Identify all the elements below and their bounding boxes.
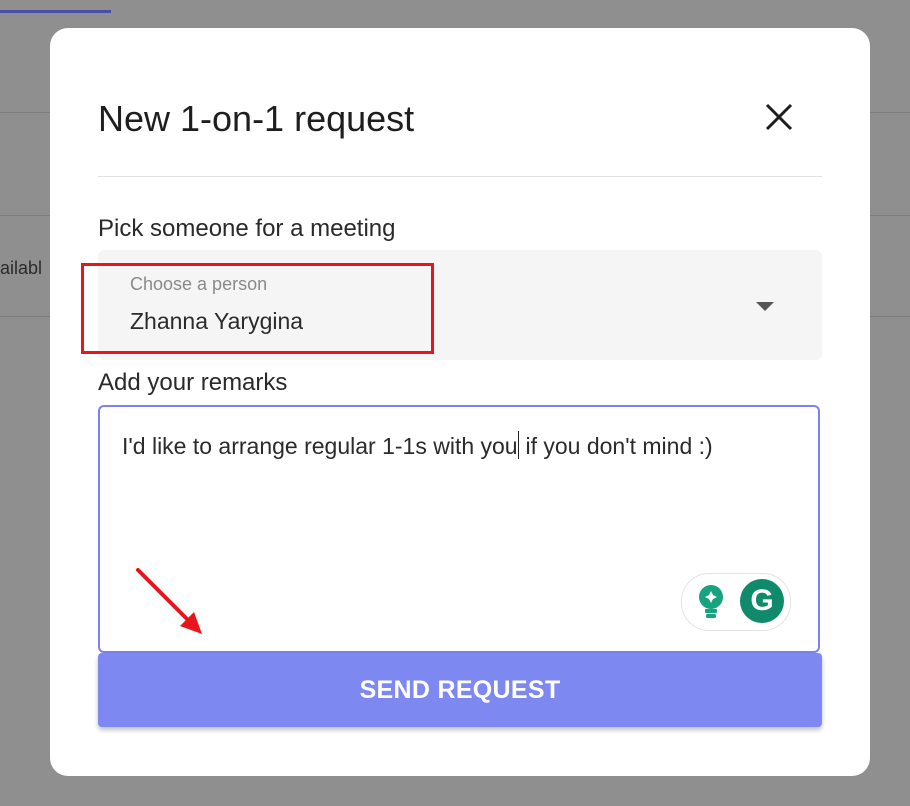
send-request-button[interactable]: SEND REQUEST	[98, 653, 822, 727]
person-select-floating-label: Choose a person	[130, 274, 268, 294]
caret-down-icon[interactable]	[756, 302, 774, 311]
remarks-text-before-caret: I'd like to arrange regular 1-1s with yo…	[122, 433, 518, 459]
remarks-text-after-caret: if you don't mind :)	[519, 433, 713, 459]
background-tab-indicator	[0, 10, 111, 13]
person-select-value: Zhanna Yarygina	[130, 308, 304, 334]
grammarly-logo[interactable]: G	[740, 579, 784, 623]
grammarly-widget[interactable]: G	[681, 573, 791, 631]
lightbulb-icon[interactable]	[696, 584, 726, 620]
person-select[interactable]: Choose a person Zhanna Yarygina	[98, 250, 822, 360]
close-icon	[765, 103, 793, 131]
new-request-modal: New 1-on-1 request Pick someone for a me…	[50, 28, 870, 776]
modal-title: New 1-on-1 request	[98, 98, 415, 139]
person-field-label: Pick someone for a meeting	[98, 215, 396, 242]
background-partial-text: ailabl	[0, 258, 43, 278]
header-divider	[98, 176, 822, 177]
close-button[interactable]	[762, 100, 796, 134]
remarks-text: I'd like to arrange regular 1-1s with yo…	[122, 431, 713, 460]
red-arrow-annotation	[136, 568, 202, 634]
remarks-field-label: Add your remarks	[98, 369, 288, 396]
